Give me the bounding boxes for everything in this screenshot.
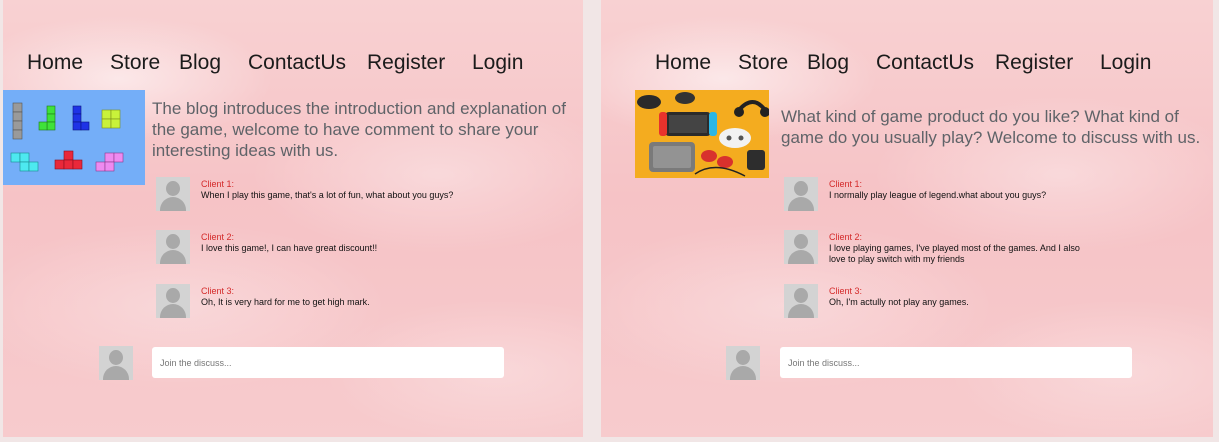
blog-intro-text: What kind of game product do you like? W… xyxy=(781,107,1201,147)
comment-text: I love this game!, I can have great disc… xyxy=(201,243,378,253)
nav-store[interactable]: Store xyxy=(738,51,788,75)
game-controllers-image xyxy=(635,90,769,178)
user-avatar-icon xyxy=(784,284,818,318)
nav-store[interactable]: Store xyxy=(110,51,160,75)
nav-home[interactable]: Home xyxy=(27,51,83,75)
user-avatar-icon xyxy=(156,230,190,264)
nav-contact-us[interactable]: ContactUs xyxy=(876,51,974,75)
join-discussion-input[interactable] xyxy=(780,347,1132,378)
tetris-shapes-icon xyxy=(10,102,124,172)
nav-blog[interactable]: Blog xyxy=(807,51,849,75)
comment-item: Client 1: When I play this game, that's … xyxy=(201,179,466,201)
comment-text: Oh, It is very hard for me to get high m… xyxy=(201,297,370,307)
user-avatar-icon xyxy=(156,284,190,318)
comment-item: Client 1: I normally play league of lege… xyxy=(829,179,1109,201)
user-avatar-icon xyxy=(726,346,760,380)
user-avatar-icon xyxy=(784,177,818,211)
comment-text: Oh, I'm actully not play any games. xyxy=(829,297,969,307)
comment-item: Client 3: Oh, I'm actully not play any g… xyxy=(829,286,1109,308)
game-controllers-icon xyxy=(635,90,769,178)
comment-text: I love playing games, I've played most o… xyxy=(829,243,1080,264)
user-avatar-icon xyxy=(99,346,133,380)
blog-page-right: Home Store Blog ContactUs Register Login xyxy=(601,0,1213,437)
join-discussion-input[interactable] xyxy=(152,347,504,378)
nav-register[interactable]: Register xyxy=(995,51,1073,75)
comment-item: Client 2: I love this game!, I can have … xyxy=(201,232,481,254)
comment-author: Client 1: xyxy=(829,179,863,189)
comment-author: Client 2: xyxy=(829,232,863,242)
nav-login[interactable]: Login xyxy=(472,51,523,75)
blog-page-left: Home Store Blog ContactUs Register Login xyxy=(3,0,583,437)
nav-contact-us[interactable]: ContactUs xyxy=(248,51,346,75)
tetris-shapes-image xyxy=(3,90,145,185)
comment-author: Client 3: xyxy=(201,286,235,296)
nav-blog[interactable]: Blog xyxy=(179,51,221,75)
comment-text: When I play this game, that's a lot of f… xyxy=(201,190,454,200)
comment-item: Client 2: I love playing games, I've pla… xyxy=(829,232,1091,265)
nav-home[interactable]: Home xyxy=(655,51,711,75)
user-avatar-icon xyxy=(156,177,190,211)
comment-author: Client 1: xyxy=(201,179,235,189)
comment-text: I normally play league of legend.what ab… xyxy=(829,190,1047,200)
user-avatar-icon xyxy=(784,230,818,264)
nav-login[interactable]: Login xyxy=(1100,51,1151,75)
nav-register[interactable]: Register xyxy=(367,51,445,75)
comment-author: Client 3: xyxy=(829,286,863,296)
comment-item: Client 3: Oh, It is very hard for me to … xyxy=(201,286,481,308)
comment-author: Client 2: xyxy=(201,232,235,242)
blog-intro-text: The blog introduces the introduction and… xyxy=(152,99,566,160)
